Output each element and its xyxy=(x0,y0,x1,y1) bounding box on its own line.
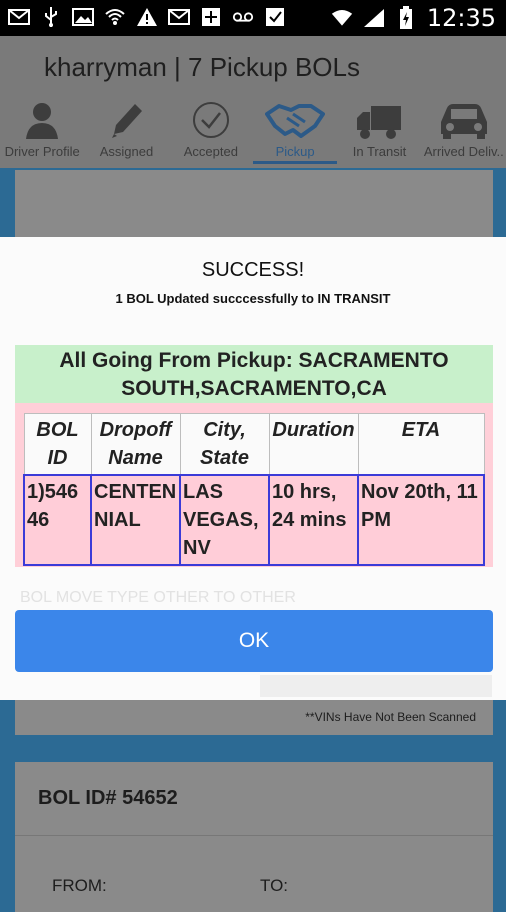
ok-button[interactable]: OK xyxy=(15,610,493,672)
to-label: TO: xyxy=(260,876,289,895)
checkbox-icon xyxy=(264,6,286,28)
move-type-text: BOL MOVE TYPE OTHER TO OTHER xyxy=(20,589,296,606)
vins-note: **VINs Have Not Been Scanned xyxy=(305,710,476,724)
dialog-message: 1 BOL Updated succcessfully to IN TRANSI… xyxy=(115,291,391,306)
header-eta: ETA xyxy=(357,413,485,476)
handshake-icon xyxy=(265,98,326,140)
cell-eta: Nov 20th, 11 PM xyxy=(357,474,485,566)
tab-arrived-delivery[interactable]: Arrived Deliv.. xyxy=(422,96,506,168)
bol-id-heading: BOL ID# 54652 xyxy=(38,787,178,809)
header-dropoff-name: Dropoff Name xyxy=(90,413,181,476)
check-circle-icon xyxy=(191,98,231,140)
status-bar: 12:35 xyxy=(0,0,506,36)
pencil-icon xyxy=(108,98,144,140)
mail-icon xyxy=(8,6,30,28)
cell-dropoff-name: CENTENNIAL xyxy=(90,474,181,566)
mail-icon xyxy=(168,6,190,28)
cell-city-state: LAS VEGAS, NV xyxy=(179,474,270,566)
table-header-row: BOL ID Dropoff Name City, State Duration… xyxy=(23,413,485,476)
from-label: FROM: xyxy=(52,876,107,895)
tab-accepted[interactable]: Accepted xyxy=(169,96,253,168)
tab-label: Assigned xyxy=(99,144,154,159)
image-icon xyxy=(72,6,94,28)
page-title: kharryman | 7 Pickup BOLs xyxy=(44,52,360,82)
tab-label: Pickup xyxy=(275,144,315,159)
usb-icon xyxy=(40,6,62,28)
tab-label: Arrived Deliv.. xyxy=(423,144,504,159)
tab-driver-profile[interactable]: Driver Profile xyxy=(0,96,84,168)
calendar-plus-icon xyxy=(200,6,222,28)
warning-icon xyxy=(136,6,158,28)
dialog-footer-strip xyxy=(260,675,492,697)
cell-duration: 10 hrs, 24 mins xyxy=(268,474,359,566)
tab-label: Accepted xyxy=(183,144,238,159)
header-duration: Duration xyxy=(268,413,359,476)
tab-assigned[interactable]: Assigned xyxy=(84,96,168,168)
wifi-signal-icon xyxy=(331,7,353,29)
wifi-icon xyxy=(104,6,126,28)
car-icon xyxy=(437,98,491,140)
person-icon xyxy=(24,98,60,140)
divider xyxy=(15,835,493,836)
dialog-title: SUCCESS! xyxy=(201,259,305,281)
cell-bol-id: 1)54646 xyxy=(23,474,92,566)
header-city-state: City, State xyxy=(179,413,270,476)
clock: 12:35 xyxy=(426,4,496,32)
tab-bar: Driver Profile Assigned Accepted Pickup … xyxy=(0,96,506,168)
table-row: 1)54646 CENTENNIAL LAS VEGAS, NV 10 hrs,… xyxy=(23,474,485,566)
truck-icon xyxy=(355,98,403,140)
tab-in-transit[interactable]: In Transit xyxy=(337,96,421,168)
tab-label: In Transit xyxy=(352,144,407,159)
tab-label: Driver Profile xyxy=(4,144,80,159)
battery-icon xyxy=(395,6,417,29)
success-dialog: SUCCESS! 1 BOL Updated succcessfully to … xyxy=(0,237,506,700)
tab-pickup[interactable]: Pickup xyxy=(252,96,338,168)
bol-table: BOL ID Dropoff Name City, State Duration… xyxy=(23,413,485,566)
voicemail-icon xyxy=(232,6,254,28)
bol-table-container: BOL ID Dropoff Name City, State Duration… xyxy=(15,403,493,567)
pickup-header: All Going From Pickup: SACRAMENTO SOUTH,… xyxy=(15,345,493,403)
app-bar: kharryman | 7 Pickup BOLs Driver Profile… xyxy=(0,36,506,168)
header-bol-id: BOL ID xyxy=(23,413,92,476)
cell-signal-icon xyxy=(363,7,385,29)
